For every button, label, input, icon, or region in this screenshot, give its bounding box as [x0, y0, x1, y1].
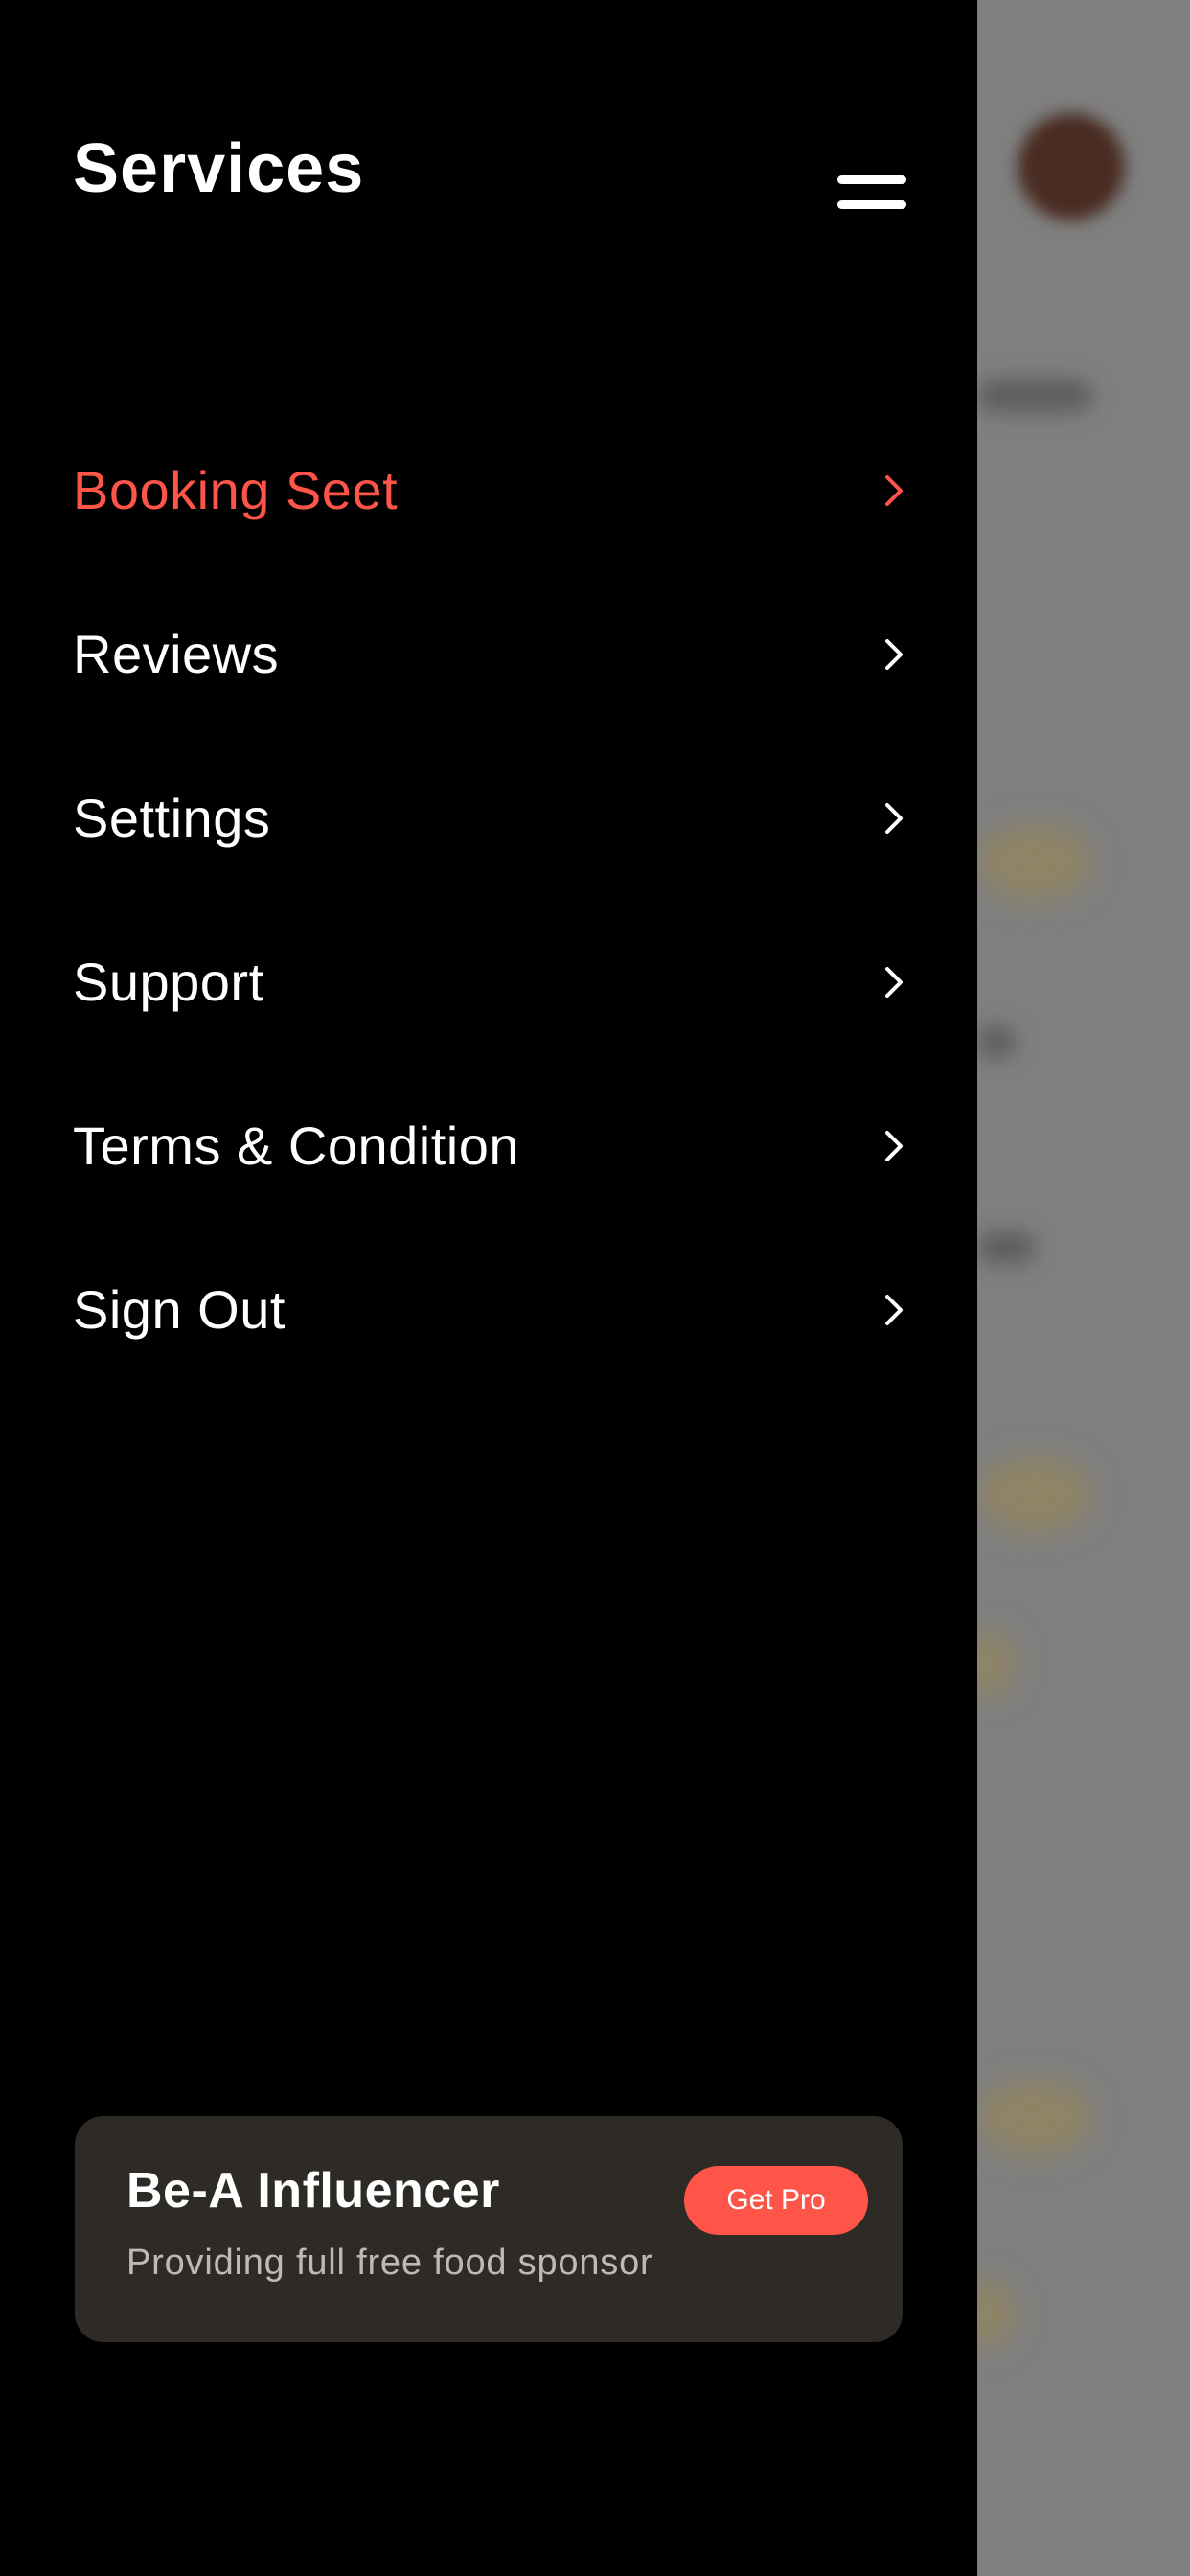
chevron-right-icon [883, 799, 906, 838]
background-text-blur [977, 1231, 1035, 1264]
background-image-blur [977, 2281, 1016, 2348]
menu-item-terms-condition[interactable]: Terms & Condition [73, 1064, 906, 1228]
background-text-blur [977, 380, 1092, 412]
menu-item-sign-out[interactable]: Sign Out [73, 1228, 906, 1392]
background-avatar [1018, 113, 1125, 220]
drawer-header: Services [73, 123, 906, 215]
menu-item-label: Sign Out [73, 1279, 286, 1340]
chevron-right-icon [883, 1127, 906, 1165]
chevron-right-icon [883, 635, 906, 674]
menu-toggle-icon[interactable] [834, 147, 906, 209]
chevron-right-icon [883, 963, 906, 1001]
menu-item-label: Terms & Condition [73, 1116, 520, 1176]
drawer-menu: Booking Seet Reviews Settings Support Te… [73, 408, 906, 1392]
chevron-right-icon [883, 1291, 906, 1329]
background-image-blur [977, 1457, 1092, 1533]
chevron-right-icon [883, 472, 906, 510]
menu-item-reviews[interactable]: Reviews [73, 572, 906, 736]
menu-item-settings[interactable]: Settings [73, 736, 906, 900]
promo-subtitle: Providing full free food sponsor [126, 2242, 653, 2283]
menu-item-booking-seet[interactable]: Booking Seet [73, 408, 906, 572]
promo-title: Be-A Influencer [126, 2163, 500, 2219]
background-image-blur [977, 1629, 1016, 1696]
get-pro-button[interactable]: Get Pro [684, 2166, 868, 2235]
menu-item-label: Support [73, 952, 264, 1012]
drawer-title: Services [73, 130, 365, 207]
menu-item-label: Settings [73, 788, 271, 848]
menu-item-label: Booking Seet [73, 460, 399, 520]
influencer-promo-card: Be-A Influencer Providing full free food… [75, 2116, 903, 2342]
background-text-blur [977, 1025, 1016, 1058]
side-drawer: Services Booking Seet Reviews Settings S… [0, 0, 977, 2576]
background-app-overlay[interactable] [977, 0, 1190, 2576]
background-image-blur [977, 2080, 1092, 2156]
menu-item-label: Reviews [73, 624, 280, 684]
background-image-blur [977, 824, 1092, 901]
menu-item-support[interactable]: Support [73, 900, 906, 1064]
screen: Services Booking Seet Reviews Settings S… [0, 0, 1190, 2576]
